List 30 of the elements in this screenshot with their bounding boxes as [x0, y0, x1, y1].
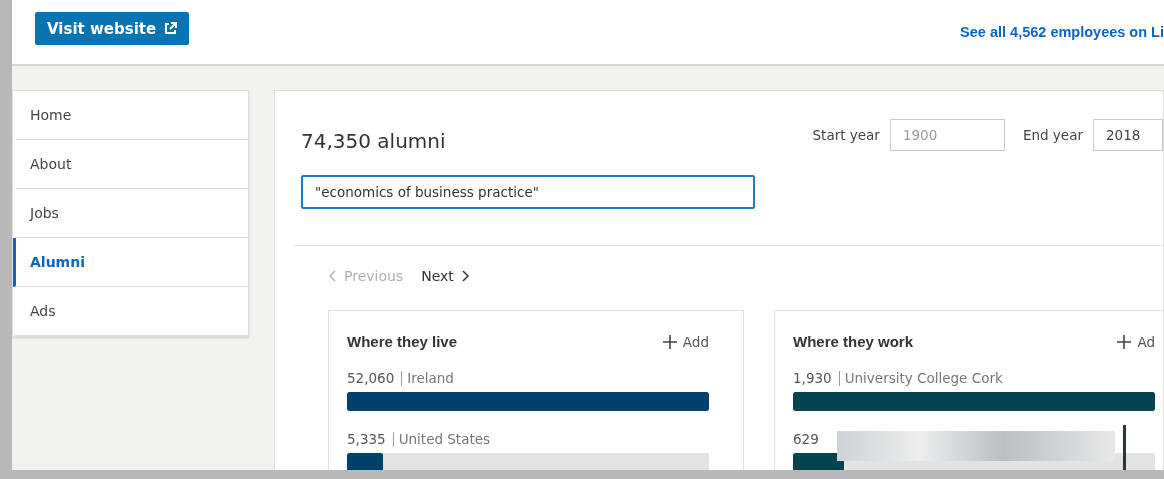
sidebar-item[interactable]: About: [13, 140, 248, 189]
end-year-label: End year: [1022, 127, 1083, 143]
stat-label: Ireland: [401, 370, 454, 386]
stat-label: University College Cork: [838, 370, 1003, 386]
start-year-field[interactable]: 1900: [889, 119, 1005, 151]
card-title: Where they live: [347, 333, 458, 350]
search-field[interactable]: "economics of business practice": [301, 175, 755, 209]
card-title: Where they work: [793, 333, 914, 350]
add-button[interactable]: Ad: [1117, 333, 1155, 350]
employees-link[interactable]: See all 4,562 employees on Li: [960, 24, 1164, 40]
chevron-right-icon: [461, 270, 469, 282]
stat-label: United States: [392, 431, 491, 447]
external-link-icon: [164, 22, 178, 35]
sidebar-item[interactable]: Ads: [13, 287, 248, 336]
start-year-label: Start year: [812, 127, 880, 143]
alumni-count: 74,350 alumni: [301, 129, 446, 153]
stat-count: 5,335: [347, 431, 386, 447]
sidebar-item[interactable]: Alumni: [13, 238, 248, 287]
chevron-left-icon: [329, 270, 336, 282]
sidebar-item[interactable]: Home: [13, 91, 248, 140]
stat-count: 52,060: [347, 370, 395, 386]
next-button[interactable]: Next: [421, 268, 469, 284]
stat-count: 1,930: [793, 370, 832, 386]
visit-website-button[interactable]: Visit website: [35, 12, 190, 45]
add-button[interactable]: Add: [662, 333, 709, 350]
stat-count: 629: [793, 431, 819, 447]
sidebar-item[interactable]: Jobs: [13, 189, 248, 238]
plus-icon: [1117, 334, 1132, 349]
end-year-field[interactable]: 2018: [1093, 119, 1163, 151]
plus-icon: [662, 334, 677, 349]
